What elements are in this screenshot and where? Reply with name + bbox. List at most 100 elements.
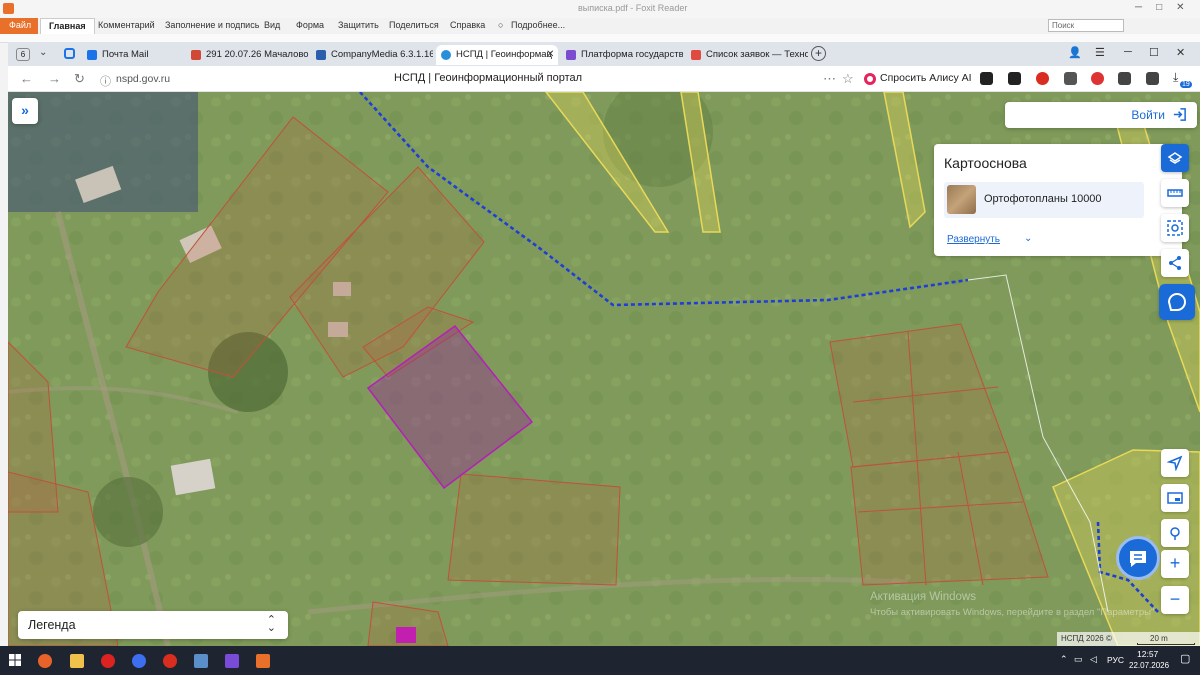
windows-start-icon[interactable] [9, 654, 21, 666]
print-view-button[interactable] [1161, 484, 1189, 512]
minimize-icon[interactable]: ─ [1124, 46, 1132, 58]
tab-label: Платформа государствен [581, 49, 683, 60]
new-tab-button[interactable]: + [811, 46, 826, 61]
download-icon[interactable]: ⤓ [1173, 70, 1178, 85]
tab-companymedia[interactable]: CompanyMedia 6.3.1.164 [311, 45, 433, 65]
search-location-button[interactable] [1161, 519, 1189, 547]
navigation-arrow-icon [1167, 455, 1183, 471]
tab-count-badge[interactable]: 6 [16, 48, 30, 61]
windows-activation-text: Чтобы активировать Windows, перейдите в … [870, 607, 1155, 618]
menu-form[interactable]: Форма [296, 20, 324, 30]
tab-mail[interactable]: Почта Mail [82, 45, 182, 65]
clock-time[interactable]: 12:57 [1137, 649, 1158, 659]
clock-date[interactable]: 22.07.2026 [1129, 661, 1169, 670]
basemap-panel: Картооснова Ортофотопланы 10000 Разверну… [934, 144, 1182, 256]
tab-label: CompanyMedia 6.3.1.164 [331, 49, 433, 60]
extension-icon[interactable] [1146, 72, 1159, 85]
assistant-icon [1167, 293, 1186, 311]
share-button[interactable] [1161, 249, 1189, 277]
basemap-item-label: Ортофотопланы 10000 [984, 193, 1102, 205]
tab-label: 291 20.07.26 Мачаловой Т [206, 49, 308, 60]
maximize-icon[interactable]: ☐ [1149, 46, 1159, 59]
back-icon[interactable]: ← [20, 71, 33, 86]
close-icon[interactable]: ✕ [546, 49, 554, 60]
site-info-icon[interactable]: ⓘ [100, 73, 111, 89]
ruler-button[interactable] [1161, 179, 1189, 207]
file-explorer-icon[interactable] [70, 654, 84, 668]
basemap-expand-link[interactable]: Развернуть [947, 234, 1000, 245]
tab-nspd-active[interactable]: НСПД | Геоинформац ✕ [436, 45, 558, 65]
bookmark-icon[interactable]: ☆ [842, 71, 854, 87]
input-language[interactable]: РУС [1107, 655, 1124, 665]
tab-gosuslugi[interactable]: Платформа государствен [561, 45, 683, 65]
extension-puzzle-icon[interactable] [1118, 72, 1131, 85]
tab-document[interactable]: 291 20.07.26 Мачаловой Т [186, 45, 308, 65]
assistant-button[interactable] [1159, 284, 1195, 320]
location-search-icon [1170, 527, 1180, 540]
foxit-logo-icon [3, 3, 14, 14]
expand-collapse-icon[interactable]: ⌃ ⌄ [267, 615, 276, 634]
firefox-icon[interactable] [38, 654, 52, 668]
chevron-down-icon[interactable]: ⌄ [1024, 233, 1032, 244]
map-attribution: НСПД 2026 © 20 m [1057, 632, 1200, 646]
select-area-button[interactable] [1161, 214, 1189, 242]
window-controls[interactable]: ─□✕ [1135, 2, 1199, 13]
menu-home[interactable]: Главная [40, 18, 95, 34]
close-window-icon[interactable]: ✕ [1176, 46, 1185, 59]
zoom-out-button[interactable]: − [1161, 586, 1189, 614]
ask-alice-button[interactable]: Спросить Алису AI [860, 70, 978, 88]
tab-group-icon[interactable] [64, 48, 75, 59]
basemap-title: Картооснова [944, 155, 1027, 171]
more-options-icon[interactable]: ⋯ [823, 71, 836, 87]
notifications-icon[interactable]: ▢ [1180, 652, 1190, 665]
reload-icon[interactable]: ↻ [74, 71, 85, 87]
browser-app-icon[interactable] [132, 654, 146, 668]
small-selected-parcel[interactable] [396, 627, 416, 643]
extension-icon[interactable] [1008, 72, 1021, 85]
basemap-item-orthophoto[interactable]: Ортофотопланы 10000 [944, 182, 1144, 218]
chat-button[interactable] [1116, 536, 1160, 580]
map-viewport[interactable]: » Войти Картооснова Ортофотопланы 10000 … [8, 92, 1200, 646]
menu-icon[interactable]: ☰ [1095, 46, 1105, 59]
yandex-browser-icon[interactable] [163, 654, 177, 668]
menu-protect[interactable]: Защитить [338, 20, 379, 30]
chevron-up-icon[interactable]: ⌃ [1060, 654, 1068, 665]
expand-sidebar-button[interactable]: » [12, 98, 38, 124]
zoom-in-button[interactable]: + [1161, 550, 1189, 578]
share-icon [1169, 256, 1181, 270]
attribution-text: НСПД 2026 © [1061, 634, 1112, 643]
app-icon[interactable] [194, 654, 208, 668]
menu-help[interactable]: Справка [450, 20, 485, 30]
network-icon[interactable]: ▭ [1074, 654, 1083, 665]
foxit-reader-icon[interactable] [256, 654, 270, 668]
mail-icon [87, 50, 97, 60]
menu-comment[interactable]: Комментарий [98, 20, 155, 30]
menu-view[interactable]: Вид [264, 20, 280, 30]
extension-icon[interactable] [1064, 72, 1077, 85]
extension-icon[interactable] [1036, 72, 1049, 85]
tab-requests[interactable]: Список заявок — ТехноК [686, 45, 808, 65]
volume-icon[interactable]: ◁ [1090, 654, 1097, 665]
url-field[interactable]: nspd.gov.ru [116, 73, 170, 85]
layers-button[interactable] [1161, 144, 1189, 172]
menu-file[interactable]: Файл [0, 18, 38, 34]
ask-alice-label: Спросить Алису AI [880, 72, 972, 84]
windows-taskbar: ⌃ ▭ ◁ ▢ [0, 646, 1200, 675]
nspd-icon [441, 50, 451, 60]
legend-panel[interactable]: Легенда ⌃ ⌄ [18, 611, 288, 639]
extension-icon[interactable] [980, 72, 993, 85]
yandex-icon[interactable] [101, 654, 115, 668]
app-icon[interactable] [225, 654, 239, 668]
profile-icon[interactable]: 👤 [1068, 46, 1082, 59]
menu-more[interactable]: Подробнее... [511, 20, 565, 30]
menu-share[interactable]: Поделиться [389, 20, 439, 30]
geolocation-button[interactable] [1161, 449, 1189, 477]
menu-fill-sign[interactable]: Заполнение и подпись [165, 20, 259, 30]
login-button[interactable]: Войти [1005, 102, 1197, 128]
extension-icon[interactable] [1091, 72, 1104, 85]
address-bar: ← → ↻ ⓘ nspd.gov.ru НСПД | Геоинформацио… [8, 66, 1200, 92]
foxit-search-input[interactable]: Поиск [1048, 19, 1124, 32]
chevron-down-icon[interactable]: ⌄ [39, 47, 47, 58]
login-label: Войти [1131, 108, 1165, 122]
forward-icon[interactable]: → [48, 71, 61, 86]
